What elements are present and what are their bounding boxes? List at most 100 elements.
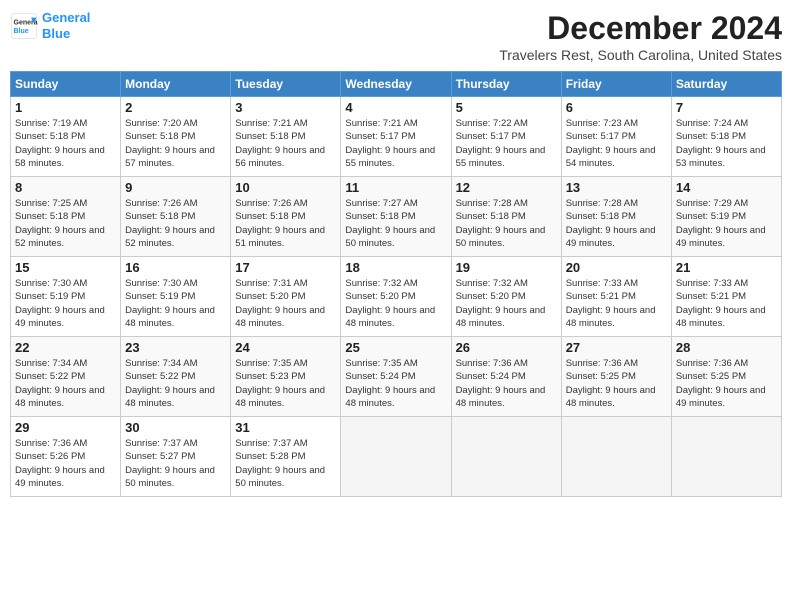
- day-info: Sunrise: 7:22 AMSunset: 5:17 PMDaylight:…: [456, 118, 546, 169]
- day-info: Sunrise: 7:37 AMSunset: 5:27 PMDaylight:…: [125, 438, 215, 489]
- day-number: 29: [15, 420, 116, 435]
- day-info: Sunrise: 7:26 AMSunset: 5:18 PMDaylight:…: [235, 198, 325, 249]
- day-info: Sunrise: 7:30 AMSunset: 5:19 PMDaylight:…: [125, 278, 215, 329]
- calendar-cell: 6 Sunrise: 7:23 AMSunset: 5:17 PMDaylight…: [561, 97, 671, 177]
- calendar-cell: [561, 417, 671, 497]
- day-info: Sunrise: 7:21 AMSunset: 5:18 PMDaylight:…: [235, 118, 325, 169]
- day-info: Sunrise: 7:36 AMSunset: 5:26 PMDaylight:…: [15, 438, 105, 489]
- day-info: Sunrise: 7:21 AMSunset: 5:17 PMDaylight:…: [345, 118, 435, 169]
- day-number: 16: [125, 260, 226, 275]
- calendar-week-1: 1Sunrise: 7:19 AMSunset: 5:18 PMDaylight…: [11, 97, 782, 177]
- logo-icon: General Blue: [10, 12, 38, 40]
- calendar-cell: 2 Sunrise: 7:20 AMSunset: 5:18 PMDaylight…: [121, 97, 231, 177]
- calendar-cell: 29 Sunrise: 7:36 AMSunset: 5:26 PMDayligh…: [11, 417, 121, 497]
- day-number: 2: [125, 100, 226, 115]
- calendar-cell: 28Sunrise: 7:36 AMSunset: 5:25 PMDayligh…: [671, 337, 781, 417]
- day-number: 30: [125, 420, 226, 435]
- day-info: Sunrise: 7:30 AMSunset: 5:19 PMDaylight:…: [15, 278, 105, 329]
- day-number: 13: [566, 180, 667, 195]
- day-info: Sunrise: 7:36 AMSunset: 5:24 PMDaylight:…: [456, 358, 546, 409]
- day-info: Sunrise: 7:28 AMSunset: 5:18 PMDaylight:…: [456, 198, 546, 249]
- day-info: Sunrise: 7:28 AMSunset: 5:18 PMDaylight:…: [566, 198, 656, 249]
- calendar-cell: [451, 417, 561, 497]
- day-number: 28: [676, 340, 777, 355]
- calendar-cell: 20 Sunrise: 7:33 AMSunset: 5:21 PMDayligh…: [561, 257, 671, 337]
- calendar-week-4: 22 Sunrise: 7:34 AMSunset: 5:22 PMDayligh…: [11, 337, 782, 417]
- day-info: Sunrise: 7:32 AMSunset: 5:20 PMDaylight:…: [345, 278, 435, 329]
- location-title: Travelers Rest, South Carolina, United S…: [499, 47, 782, 63]
- day-number: 11: [345, 180, 446, 195]
- day-number: 31: [235, 420, 336, 435]
- day-info: Sunrise: 7:34 AMSunset: 5:22 PMDaylight:…: [125, 358, 215, 409]
- day-number: 14: [676, 180, 777, 195]
- calendar-cell: 18 Sunrise: 7:32 AMSunset: 5:20 PMDayligh…: [341, 257, 451, 337]
- day-number: 17: [235, 260, 336, 275]
- calendar-cell: 19Sunrise: 7:32 AMSunset: 5:20 PMDayligh…: [451, 257, 561, 337]
- day-number: 7: [676, 100, 777, 115]
- calendar-week-5: 29 Sunrise: 7:36 AMSunset: 5:26 PMDayligh…: [11, 417, 782, 497]
- calendar-cell: 16 Sunrise: 7:30 AMSunset: 5:19 PMDayligh…: [121, 257, 231, 337]
- title-block: December 2024 Travelers Rest, South Caro…: [499, 10, 782, 63]
- day-number: 24: [235, 340, 336, 355]
- day-number: 23: [125, 340, 226, 355]
- day-info: Sunrise: 7:34 AMSunset: 5:22 PMDaylight:…: [15, 358, 105, 409]
- calendar-cell: 15 Sunrise: 7:30 AMSunset: 5:19 PMDayligh…: [11, 257, 121, 337]
- calendar-cell: 13 Sunrise: 7:28 AMSunset: 5:18 PMDayligh…: [561, 177, 671, 257]
- day-number: 25: [345, 340, 446, 355]
- weekday-header-friday: Friday: [561, 72, 671, 97]
- day-number: 6: [566, 100, 667, 115]
- calendar-cell: 12 Sunrise: 7:28 AMSunset: 5:18 PMDayligh…: [451, 177, 561, 257]
- day-number: 15: [15, 260, 116, 275]
- calendar-cell: 22 Sunrise: 7:34 AMSunset: 5:22 PMDayligh…: [11, 337, 121, 417]
- weekday-header-monday: Monday: [121, 72, 231, 97]
- calendar-table: SundayMondayTuesdayWednesdayThursdayFrid…: [10, 71, 782, 497]
- svg-text:Blue: Blue: [14, 28, 29, 35]
- weekday-header-tuesday: Tuesday: [231, 72, 341, 97]
- weekday-header-thursday: Thursday: [451, 72, 561, 97]
- day-number: 3: [235, 100, 336, 115]
- day-number: 12: [456, 180, 557, 195]
- day-number: 4: [345, 100, 446, 115]
- day-number: 8: [15, 180, 116, 195]
- day-info: Sunrise: 7:33 AMSunset: 5:21 PMDaylight:…: [676, 278, 766, 329]
- calendar-cell: 4 Sunrise: 7:21 AMSunset: 5:17 PMDaylight…: [341, 97, 451, 177]
- calendar-cell: 23 Sunrise: 7:34 AMSunset: 5:22 PMDayligh…: [121, 337, 231, 417]
- day-number: 10: [235, 180, 336, 195]
- calendar-cell: 14 Sunrise: 7:29 AMSunset: 5:19 PMDayligh…: [671, 177, 781, 257]
- month-title: December 2024: [499, 10, 782, 47]
- day-info: Sunrise: 7:23 AMSunset: 5:17 PMDaylight:…: [566, 118, 656, 169]
- day-number: 1: [15, 100, 116, 115]
- page-header: General Blue General Blue December 2024 …: [10, 10, 782, 63]
- calendar-cell: [341, 417, 451, 497]
- calendar-cell: 1Sunrise: 7:19 AMSunset: 5:18 PMDaylight…: [11, 97, 121, 177]
- day-number: 22: [15, 340, 116, 355]
- logo: General Blue General Blue: [10, 10, 90, 41]
- calendar-cell: 21 Sunrise: 7:33 AMSunset: 5:21 PMDayligh…: [671, 257, 781, 337]
- calendar-cell: 25 Sunrise: 7:35 AMSunset: 5:24 PMDayligh…: [341, 337, 451, 417]
- day-number: 20: [566, 260, 667, 275]
- header-row: SundayMondayTuesdayWednesdayThursdayFrid…: [11, 72, 782, 97]
- calendar-cell: [671, 417, 781, 497]
- day-number: 18: [345, 260, 446, 275]
- weekday-header-saturday: Saturday: [671, 72, 781, 97]
- day-info: Sunrise: 7:36 AMSunset: 5:25 PMDaylight:…: [566, 358, 656, 409]
- calendar-week-3: 15 Sunrise: 7:30 AMSunset: 5:19 PMDayligh…: [11, 257, 782, 337]
- calendar-cell: 27Sunrise: 7:36 AMSunset: 5:25 PMDayligh…: [561, 337, 671, 417]
- day-number: 19: [456, 260, 557, 275]
- day-info: Sunrise: 7:20 AMSunset: 5:18 PMDaylight:…: [125, 118, 215, 169]
- day-info: Sunrise: 7:27 AMSunset: 5:18 PMDaylight:…: [345, 198, 435, 249]
- weekday-header-wednesday: Wednesday: [341, 72, 451, 97]
- day-info: Sunrise: 7:25 AMSunset: 5:18 PMDaylight:…: [15, 198, 105, 249]
- day-info: Sunrise: 7:33 AMSunset: 5:21 PMDaylight:…: [566, 278, 656, 329]
- day-info: Sunrise: 7:31 AMSunset: 5:20 PMDaylight:…: [235, 278, 325, 329]
- day-info: Sunrise: 7:26 AMSunset: 5:18 PMDaylight:…: [125, 198, 215, 249]
- day-number: 26: [456, 340, 557, 355]
- day-number: 21: [676, 260, 777, 275]
- logo-text: General Blue: [42, 10, 90, 41]
- calendar-cell: 9Sunrise: 7:26 AMSunset: 5:18 PMDaylight…: [121, 177, 231, 257]
- calendar-cell: 17 Sunrise: 7:31 AMSunset: 5:20 PMDayligh…: [231, 257, 341, 337]
- day-info: Sunrise: 7:35 AMSunset: 5:23 PMDaylight:…: [235, 358, 325, 409]
- calendar-cell: 31Sunrise: 7:37 AMSunset: 5:28 PMDayligh…: [231, 417, 341, 497]
- day-info: Sunrise: 7:29 AMSunset: 5:19 PMDaylight:…: [676, 198, 766, 249]
- day-info: Sunrise: 7:35 AMSunset: 5:24 PMDaylight:…: [345, 358, 435, 409]
